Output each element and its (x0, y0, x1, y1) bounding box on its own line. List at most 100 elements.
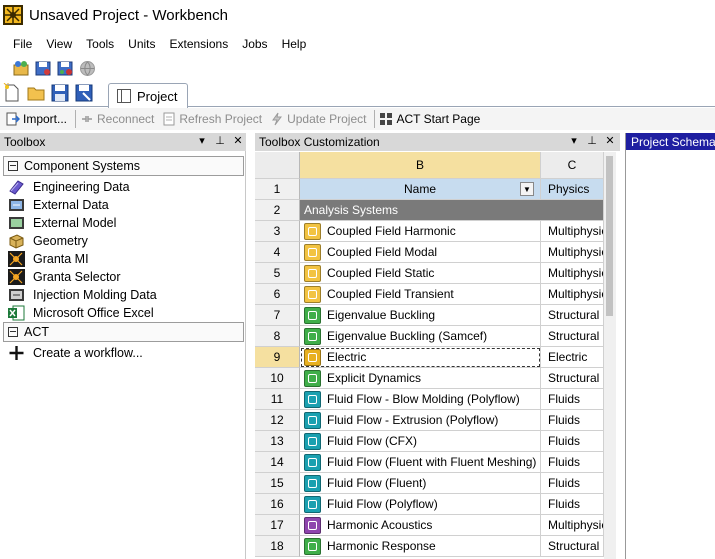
save-archive-icon[interactable] (34, 59, 53, 78)
row-number[interactable]: 18 (255, 536, 300, 557)
panel-dropdown-icon[interactable]: ▾ (196, 134, 208, 147)
toolbox-item-granta-mi[interactable]: Granta MI (8, 250, 89, 268)
physics-cell[interactable]: Structural (541, 536, 604, 557)
import-button[interactable]: Import... (6, 112, 67, 126)
save-as-icon[interactable] (74, 83, 94, 103)
open-project-icon[interactable] (12, 59, 31, 78)
physics-cell[interactable]: Fluids (541, 431, 604, 452)
row-number[interactable]: 2 (255, 200, 300, 221)
toolbox-item-external-data[interactable]: External Data (8, 196, 109, 214)
filter-dropdown-icon[interactable]: ▼ (520, 182, 534, 196)
close-icon[interactable]: ✕ (232, 134, 244, 147)
row-number[interactable]: 8 (255, 326, 300, 347)
row-number[interactable]: 5 (255, 263, 300, 284)
physics-cell[interactable]: Multiphysics (541, 263, 604, 284)
toolbox-item-create-workflow[interactable]: Create a workflow... (8, 344, 143, 362)
new-project-icon[interactable] (2, 83, 22, 103)
toolbox-item-microsoft-office-excel[interactable]: Microsoft Office Excel (8, 304, 154, 322)
row-number[interactable]: 6 (255, 284, 300, 305)
physics-cell[interactable]: Structural (541, 368, 604, 389)
analysis-systems-group-cell[interactable]: Analysis Systems (300, 200, 604, 221)
menu-units[interactable]: Units (121, 37, 162, 51)
row-number[interactable]: 4 (255, 242, 300, 263)
command-bar: Import... Reconnect Refresh Project Upda… (0, 108, 715, 130)
analysis-system-name: Harmonic Acoustics (327, 518, 433, 532)
name-cell[interactable]: Fluid Flow - Blow Molding (Polyflow) (300, 389, 541, 410)
menu-file[interactable]: File (6, 37, 39, 51)
save-icon[interactable] (50, 83, 70, 103)
row-number[interactable]: 15 (255, 473, 300, 494)
name-cell[interactable]: Coupled Field Modal (300, 242, 541, 263)
pin-icon[interactable]: ⊥ (214, 134, 226, 147)
row-number[interactable]: 7 (255, 305, 300, 326)
name-cell[interactable]: Harmonic Response (300, 536, 541, 557)
row-number[interactable]: 14 (255, 452, 300, 473)
name-cell[interactable]: Electric (300, 347, 541, 368)
name-cell[interactable]: Fluid Flow (Polyflow) (300, 494, 541, 515)
group-component-systems[interactable]: Component Systems (3, 156, 244, 176)
toolbox-item-granta-selector[interactable]: Granta Selector (8, 268, 121, 286)
row-number[interactable]: 12 (255, 410, 300, 431)
physics-header-cell[interactable]: Physics (541, 179, 604, 200)
column-header-b[interactable]: B (300, 152, 541, 179)
row-number[interactable]: 16 (255, 494, 300, 515)
refresh-project-button[interactable]: Refresh Project (162, 112, 262, 126)
scrollbar-thumb[interactable] (606, 156, 613, 316)
name-cell[interactable]: Fluid Flow (CFX) (300, 431, 541, 452)
row-number[interactable]: 13 (255, 431, 300, 452)
name-cell[interactable]: Fluid Flow (Fluent with Fluent Meshing) (300, 452, 541, 473)
menu-help[interactable]: Help (275, 37, 314, 51)
save-as-archive-icon[interactable] (56, 59, 75, 78)
name-cell[interactable]: Harmonic Acoustics (300, 515, 541, 536)
menu-jobs[interactable]: Jobs (235, 37, 274, 51)
toolbox-item-external-model[interactable]: External Model (8, 214, 116, 232)
physics-cell[interactable]: Multiphysics (541, 242, 604, 263)
close-icon[interactable]: ✕ (604, 134, 616, 147)
physics-cell[interactable]: Fluids (541, 452, 604, 473)
physics-cell[interactable]: Multiphysics (541, 284, 604, 305)
physics-cell[interactable]: Multiphysics (541, 515, 604, 536)
physics-cell[interactable]: Fluids (541, 494, 604, 515)
collapse-icon[interactable] (8, 327, 18, 337)
name-cell[interactable]: Fluid Flow (Fluent) (300, 473, 541, 494)
menu-extensions[interactable]: Extensions (163, 37, 236, 51)
row-number[interactable]: 1 (255, 179, 300, 200)
row-number[interactable]: 17 (255, 515, 300, 536)
update-project-button[interactable]: Update Project (270, 112, 366, 126)
name-header-cell[interactable]: Name ▼ (300, 179, 541, 200)
physics-cell[interactable]: Electric (541, 347, 604, 368)
row-number[interactable]: 10 (255, 368, 300, 389)
open-folder-icon[interactable] (26, 83, 46, 103)
name-cell[interactable]: Explicit Dynamics (300, 368, 541, 389)
physics-cell[interactable]: Fluids (541, 410, 604, 431)
row-number[interactable]: 9 (255, 347, 300, 368)
physics-cell[interactable]: Fluids (541, 389, 604, 410)
group-act[interactable]: ACT (3, 322, 244, 342)
menu-view[interactable]: View (39, 37, 79, 51)
name-cell[interactable]: Coupled Field Transient (300, 284, 541, 305)
name-cell[interactable]: Eigenvalue Buckling (300, 305, 541, 326)
collapse-icon[interactable] (8, 161, 18, 171)
pin-icon[interactable]: ⊥ (586, 134, 598, 147)
physics-cell[interactable]: Structural (541, 326, 604, 347)
act-start-page-button[interactable]: ACT Start Page (379, 112, 480, 126)
physics-cell[interactable]: Multiphysics (541, 221, 604, 242)
name-cell[interactable]: Coupled Field Static (300, 263, 541, 284)
physics-cell[interactable]: Structural (541, 305, 604, 326)
menu-tools[interactable]: Tools (79, 37, 121, 51)
panel-dropdown-icon[interactable]: ▾ (568, 134, 580, 147)
name-cell[interactable]: Coupled Field Harmonic (300, 221, 541, 242)
physics-cell[interactable]: Fluids (541, 473, 604, 494)
toolbox-item-geometry[interactable]: Geometry (8, 232, 88, 250)
globe-icon[interactable] (78, 59, 97, 78)
tab-project[interactable]: Project (108, 83, 188, 108)
name-cell[interactable]: Fluid Flow - Extrusion (Polyflow) (300, 410, 541, 431)
column-header-c[interactable]: C (541, 152, 604, 179)
name-cell[interactable]: Eigenvalue Buckling (Samcef) (300, 326, 541, 347)
toolbox-item-engineering-data[interactable]: Engineering Data (8, 178, 130, 196)
reconnect-button[interactable]: Reconnect (80, 112, 154, 126)
toolbox-item-injection-molding-data[interactable]: Injection Molding Data (8, 286, 157, 304)
row-number[interactable]: 11 (255, 389, 300, 410)
row-number[interactable]: 3 (255, 221, 300, 242)
vertical-scrollbar[interactable] (604, 152, 616, 559)
